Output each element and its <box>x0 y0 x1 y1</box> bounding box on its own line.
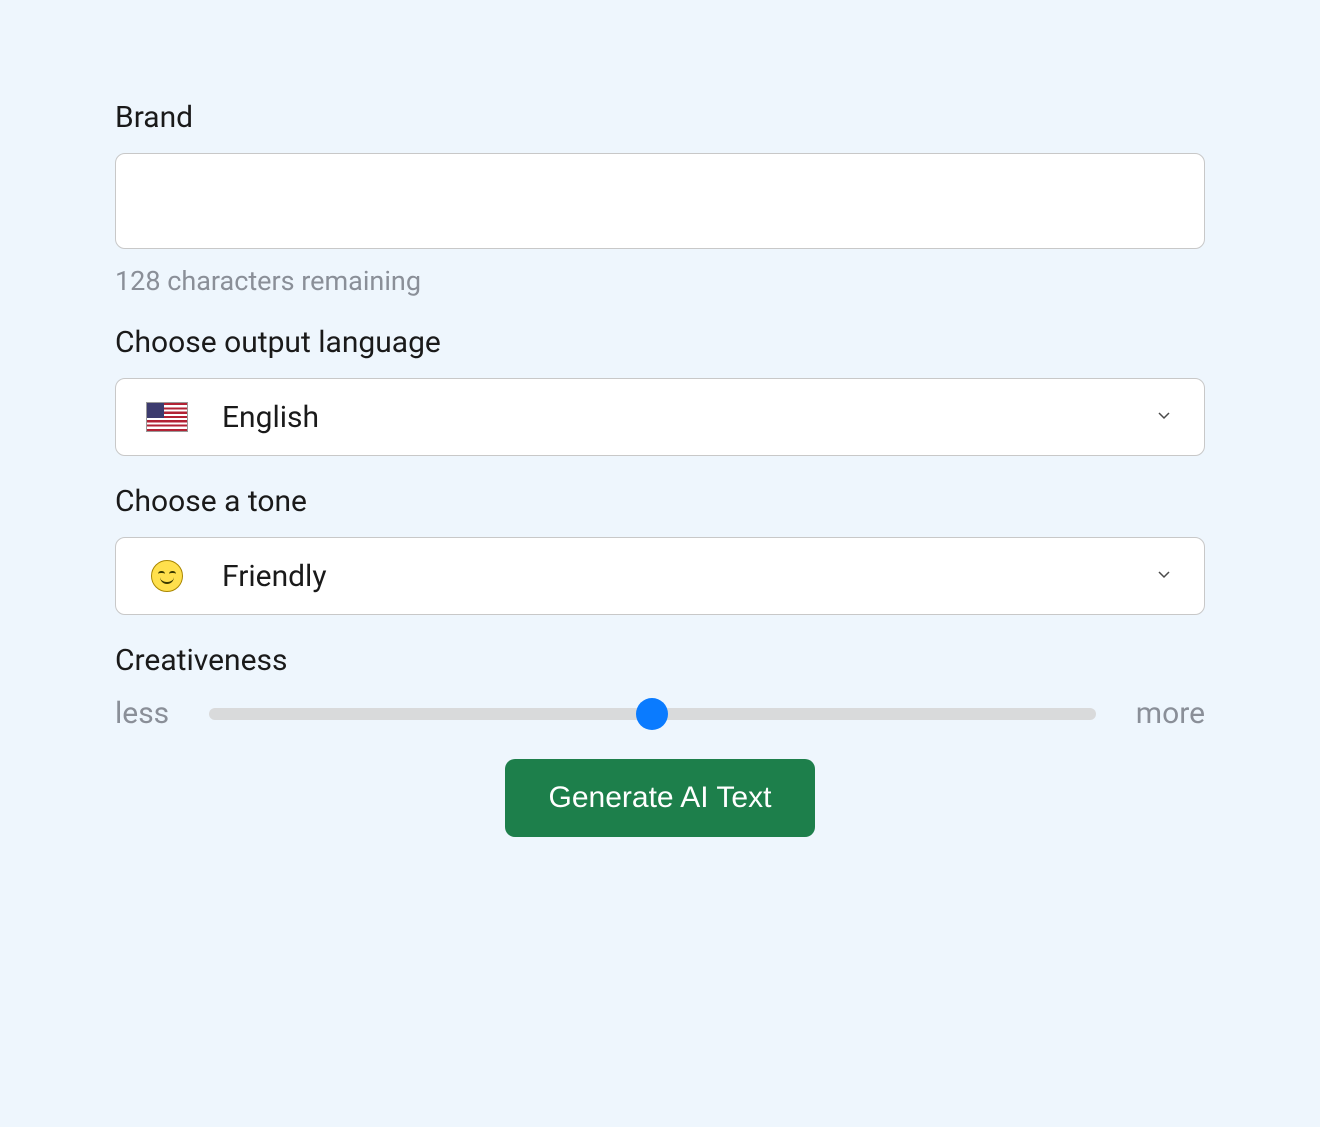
language-select[interactable]: English <box>115 378 1205 456</box>
creativeness-slider-row: less more <box>115 696 1205 731</box>
slider-max-label: more <box>1136 696 1205 731</box>
creativeness-slider[interactable] <box>209 708 1096 720</box>
brand-input[interactable] <box>115 153 1205 249</box>
tone-field-group: Choose a tone Friendly <box>115 484 1205 615</box>
chevron-down-icon <box>1154 564 1174 588</box>
creativeness-field-group: Creativeness less more <box>115 643 1205 731</box>
slider-thumb[interactable] <box>636 698 668 730</box>
smile-icon <box>146 560 188 592</box>
tone-selected-text: Friendly <box>222 559 1154 594</box>
generate-button[interactable]: Generate AI Text <box>505 759 816 837</box>
flag-us-icon <box>146 401 188 433</box>
language-field-group: Choose output language English <box>115 325 1205 456</box>
slider-min-label: less <box>115 696 169 731</box>
chevron-down-icon <box>1154 405 1174 429</box>
brand-label: Brand <box>115 100 1205 135</box>
tone-label: Choose a tone <box>115 484 1205 519</box>
brand-field-group: Brand 128 characters remaining <box>115 100 1205 297</box>
language-selected-text: English <box>222 400 1154 435</box>
language-label: Choose output language <box>115 325 1205 360</box>
brand-helper-text: 128 characters remaining <box>115 265 1205 297</box>
submit-row: Generate AI Text <box>115 759 1205 837</box>
creativeness-label: Creativeness <box>115 643 1205 678</box>
tone-select[interactable]: Friendly <box>115 537 1205 615</box>
